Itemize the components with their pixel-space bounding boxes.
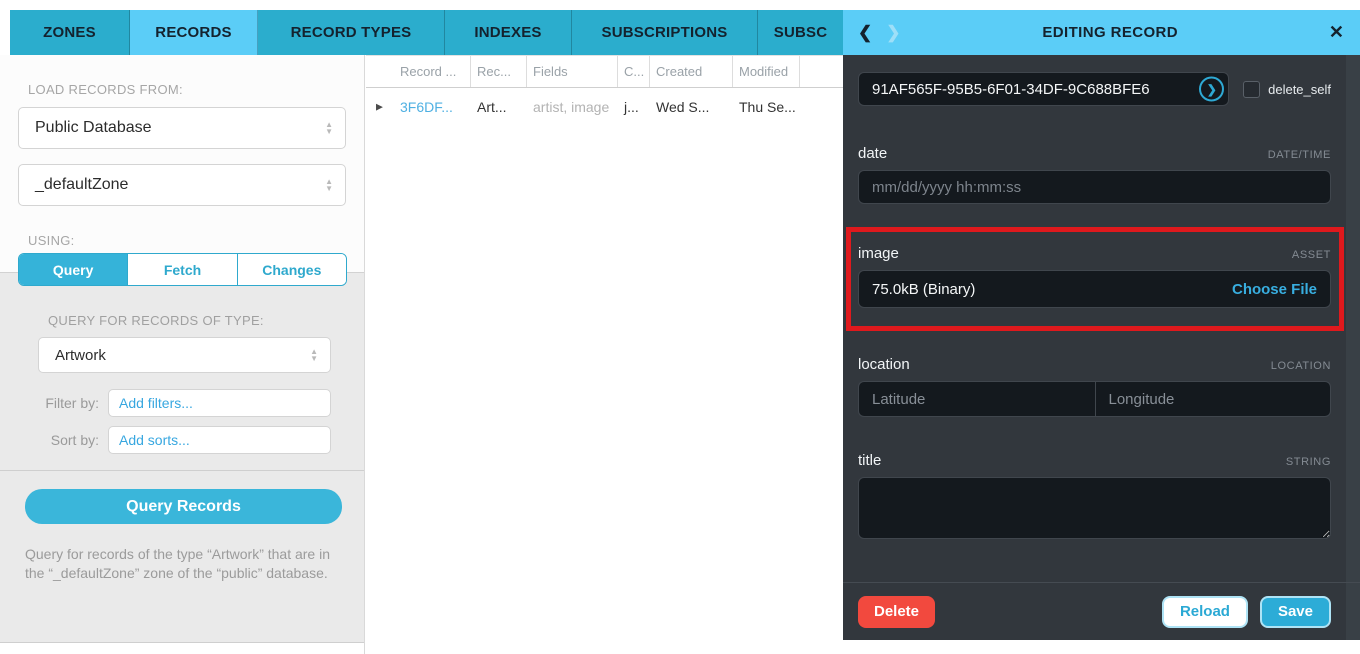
main-tab-bar: ZONES RECORDS RECORD TYPES INDEXES SUBSC… [10, 10, 843, 55]
location-field-section: location LOCATION [858, 356, 1331, 417]
asset-size-value: 75.0kB (Binary) [872, 281, 975, 298]
longitude-input[interactable] [1095, 381, 1332, 417]
column-header-filler [800, 56, 843, 87]
editor-header: ❮ ❯ EDITING RECORD ✕ [843, 10, 1360, 55]
filter-label: Filter by: [18, 395, 108, 411]
record-id-row: ❯ delete_self [858, 72, 1331, 106]
using-label: USING: [28, 233, 346, 248]
record-name-cell: ▶ 3F6DF... [366, 99, 471, 115]
tab-zones[interactable]: ZONES [10, 10, 130, 55]
record-id-field-wrap: ❯ [858, 72, 1229, 106]
load-records-section: LOAD RECORDS FROM: Public Database ▲▼ _d… [0, 55, 364, 272]
image-field-label: image [858, 245, 899, 262]
latitude-input[interactable] [858, 381, 1095, 417]
record-type-select-value: Artwork [55, 347, 106, 364]
tab-record-types[interactable]: RECORD TYPES [258, 10, 445, 55]
column-header-modified[interactable]: Modified [733, 56, 800, 87]
query-description: Query for records of the type “Artwork” … [25, 545, 344, 583]
record-type-select[interactable]: Artwork ▲▼ [38, 337, 331, 373]
column-header-created[interactable]: Created [650, 56, 733, 87]
delete-self-checkbox[interactable] [1243, 81, 1260, 98]
back-chevron-icon[interactable]: ❮ [851, 23, 879, 43]
title-field-type: STRING [1286, 456, 1331, 468]
date-input[interactable] [858, 170, 1331, 204]
editor-footer: Delete Reload Save [843, 582, 1360, 640]
database-select-value: Public Database [35, 119, 152, 137]
column-header-fields[interactable]: Fields [527, 56, 618, 87]
add-sorts-input[interactable] [108, 426, 331, 454]
query-options-section: QUERY FOR RECORDS OF TYPE: Artwork ▲▼ Fi… [0, 272, 364, 643]
tab-subscription-types-truncated[interactable]: SUBSC [758, 10, 843, 55]
reload-button[interactable]: Reload [1162, 596, 1248, 628]
chevron-updown-icon: ▲▼ [325, 178, 333, 192]
sort-label: Sort by: [18, 432, 108, 448]
tab-subscriptions[interactable]: SUBSCRIPTIONS [572, 10, 758, 55]
fields-cell: artist, image [527, 99, 618, 115]
zone-select[interactable]: _defaultZone ▲▼ [18, 164, 346, 206]
column-header-record-type[interactable]: Rec... [471, 56, 527, 87]
delete-self-label: delete_self [1268, 82, 1331, 97]
scrollbar-track[interactable] [1346, 55, 1360, 640]
title-field-label: title [858, 452, 881, 469]
created-by-cell: j... [618, 99, 650, 115]
image-field-type: ASSET [1292, 249, 1331, 261]
mode-tab-query[interactable]: Query [19, 254, 127, 285]
column-header-record-name[interactable]: Record ... [366, 56, 471, 87]
editor-body: ❯ delete_self date DATE/TIME image ASSET… [843, 55, 1360, 640]
tab-indexes[interactable]: INDEXES [445, 10, 572, 55]
zone-select-value: _defaultZone [35, 176, 128, 194]
date-field-section: date DATE/TIME [858, 145, 1331, 204]
record-type-cell: Art... [471, 99, 527, 115]
title-field-section: title STRING [858, 452, 1331, 544]
query-type-label: QUERY FOR RECORDS OF TYPE: [48, 313, 346, 328]
load-records-label: LOAD RECORDS FROM: [28, 82, 346, 97]
created-cell: Wed S... [650, 99, 733, 115]
mode-tab-fetch[interactable]: Fetch [127, 254, 236, 285]
add-filters-input[interactable] [108, 389, 331, 417]
date-field-type: DATE/TIME [1268, 149, 1331, 161]
filter-row: Filter by: [18, 389, 346, 417]
query-sidebar: LOAD RECORDS FROM: Public Database ▲▼ _d… [0, 55, 365, 654]
expand-row-icon[interactable]: ▶ [376, 101, 383, 112]
title-textarea[interactable] [858, 477, 1331, 539]
chevron-updown-icon: ▲▼ [310, 348, 318, 362]
date-field-label: date [858, 145, 887, 162]
close-icon[interactable]: ✕ [1313, 22, 1360, 43]
location-field-type: LOCATION [1271, 360, 1331, 372]
table-header-row: Record ... Rec... Fields C... Created Mo… [366, 55, 843, 88]
editor-title: EDITING RECORD [908, 24, 1313, 41]
location-inputs [858, 381, 1331, 417]
image-field-section: image ASSET 75.0kB (Binary) Choose File [858, 245, 1331, 308]
asset-row: 75.0kB (Binary) Choose File [858, 270, 1331, 308]
forward-chevron-icon[interactable]: ❯ [879, 23, 907, 43]
records-table: Record ... Rec... Fields C... Created Mo… [366, 55, 843, 654]
location-field-label: location [858, 356, 910, 373]
mode-tab-changes[interactable]: Changes [237, 254, 346, 285]
save-button[interactable]: Save [1260, 596, 1331, 628]
modified-cell: Thu Se... [733, 99, 800, 115]
sidebar-divider [0, 470, 364, 471]
choose-file-button[interactable]: Choose File [1232, 281, 1317, 298]
table-row[interactable]: ▶ 3F6DF... Art... artist, image j... Wed… [366, 88, 843, 125]
load-mode-segmented-control: Query Fetch Changes [18, 253, 347, 286]
query-records-button[interactable]: Query Records [25, 489, 342, 524]
sort-row: Sort by: [18, 426, 346, 454]
tab-records[interactable]: RECORDS [130, 10, 258, 55]
database-select[interactable]: Public Database ▲▼ [18, 107, 346, 149]
record-id-input[interactable] [858, 72, 1229, 106]
column-header-created-by[interactable]: C... [618, 56, 650, 87]
chevron-updown-icon: ▲▼ [325, 121, 333, 135]
record-name-link[interactable]: 3F6DF... [400, 99, 453, 115]
delete-button[interactable]: Delete [858, 596, 935, 628]
disclose-record-button[interactable]: ❯ [1199, 77, 1224, 102]
